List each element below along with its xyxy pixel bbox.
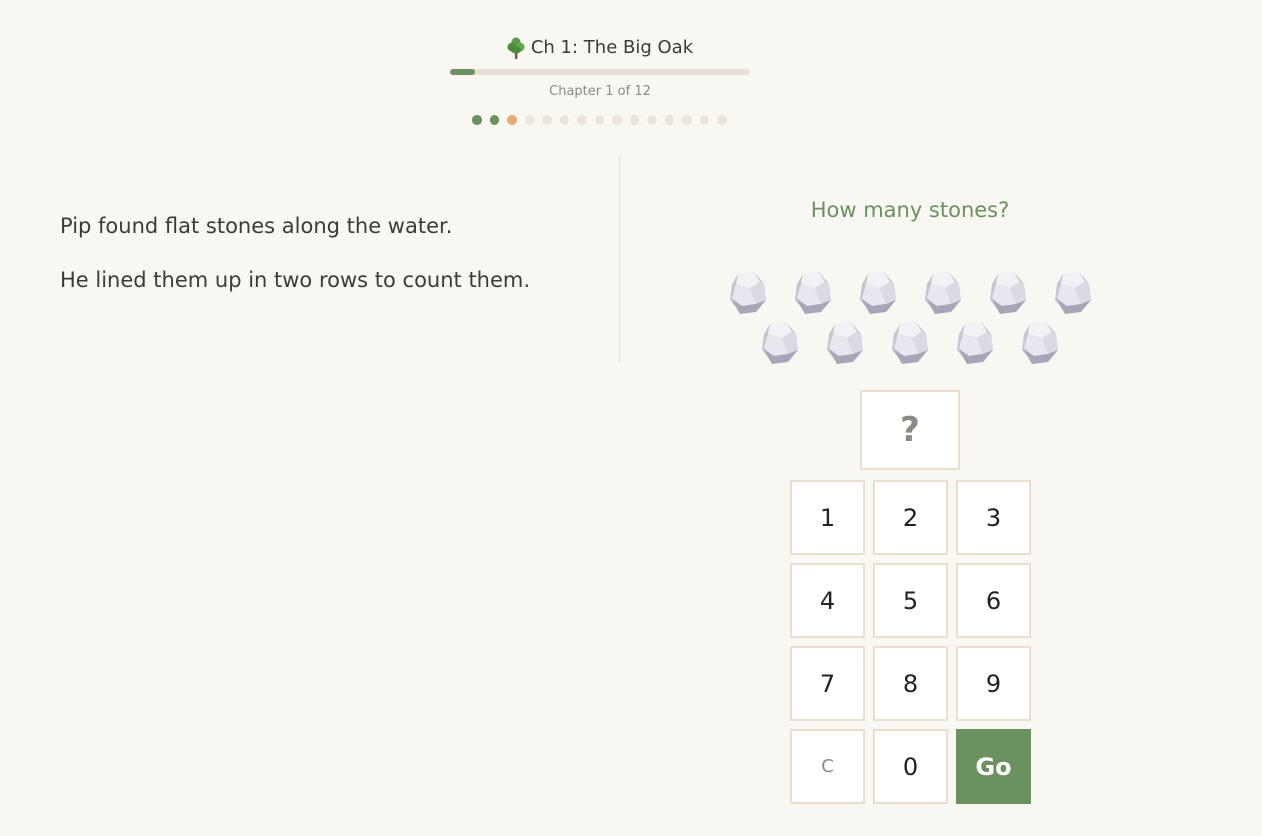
column-divider (619, 155, 620, 363)
level-dot (682, 115, 692, 125)
level-dot (489, 115, 499, 125)
key-2[interactable]: 2 (873, 480, 948, 555)
level-dot (542, 115, 552, 125)
story-line: He lined them up in two rows to count th… (60, 268, 531, 292)
stone-row (720, 270, 1100, 316)
stone-icon (1020, 320, 1060, 366)
answer-display: ? (860, 390, 960, 470)
chapter-progress-fill (450, 69, 475, 75)
key-6[interactable]: 6 (956, 563, 1031, 638)
level-dot (629, 115, 639, 125)
go-button[interactable]: Go (956, 729, 1031, 804)
stone-icon (760, 320, 800, 366)
stone-icon (858, 270, 898, 316)
level-dot (647, 115, 657, 125)
level-dot (699, 115, 709, 125)
level-dot (612, 115, 622, 125)
key-1[interactable]: 1 (790, 480, 865, 555)
level-dot (507, 115, 517, 125)
stone-row (720, 320, 1100, 366)
stone-icon (1053, 270, 1093, 316)
clear-button[interactable]: C (790, 729, 865, 804)
level-dot (577, 115, 587, 125)
chapter-title-row: Ch 1: The Big Oak (450, 34, 750, 62)
question-text: How many stones? (810, 198, 1010, 222)
key-8[interactable]: 8 (873, 646, 948, 721)
level-dot (524, 115, 534, 125)
level-dot (559, 115, 569, 125)
game-screen: Ch 1: The Big Oak Chapter 1 of 12 Pip fo… (0, 0, 1262, 836)
stone-grid (720, 270, 1100, 370)
number-keypad: 1 2 3 4 5 6 7 8 9 C 0 Go (790, 480, 1031, 804)
level-dot (717, 115, 727, 125)
stone-icon (955, 320, 995, 366)
chapter-header: Ch 1: The Big Oak Chapter 1 of 12 (450, 34, 750, 101)
stone-icon (728, 270, 768, 316)
level-dot (664, 115, 674, 125)
stone-icon (923, 270, 963, 316)
key-3[interactable]: 3 (956, 480, 1031, 555)
chapter-title: Ch 1: The Big Oak (530, 37, 694, 58)
stone-icon (890, 320, 930, 366)
stone-icon (793, 270, 833, 316)
key-4[interactable]: 4 (790, 563, 865, 638)
stone-icon (825, 320, 865, 366)
chapter-progress-bar (450, 69, 750, 75)
level-dots (472, 115, 727, 125)
tree-icon (507, 37, 525, 59)
key-0[interactable]: 0 (873, 729, 948, 804)
key-5[interactable]: 5 (873, 563, 948, 638)
story-text: Pip found flat stones along the water. He… (60, 210, 600, 318)
story-line: Pip found flat stones along the water. (60, 214, 453, 238)
level-dot (594, 115, 604, 125)
level-dot (472, 115, 482, 125)
key-9[interactable]: 9 (956, 646, 1031, 721)
stone-icon (988, 270, 1028, 316)
chapter-count: Chapter 1 of 12 (549, 84, 651, 99)
key-7[interactable]: 7 (790, 646, 865, 721)
